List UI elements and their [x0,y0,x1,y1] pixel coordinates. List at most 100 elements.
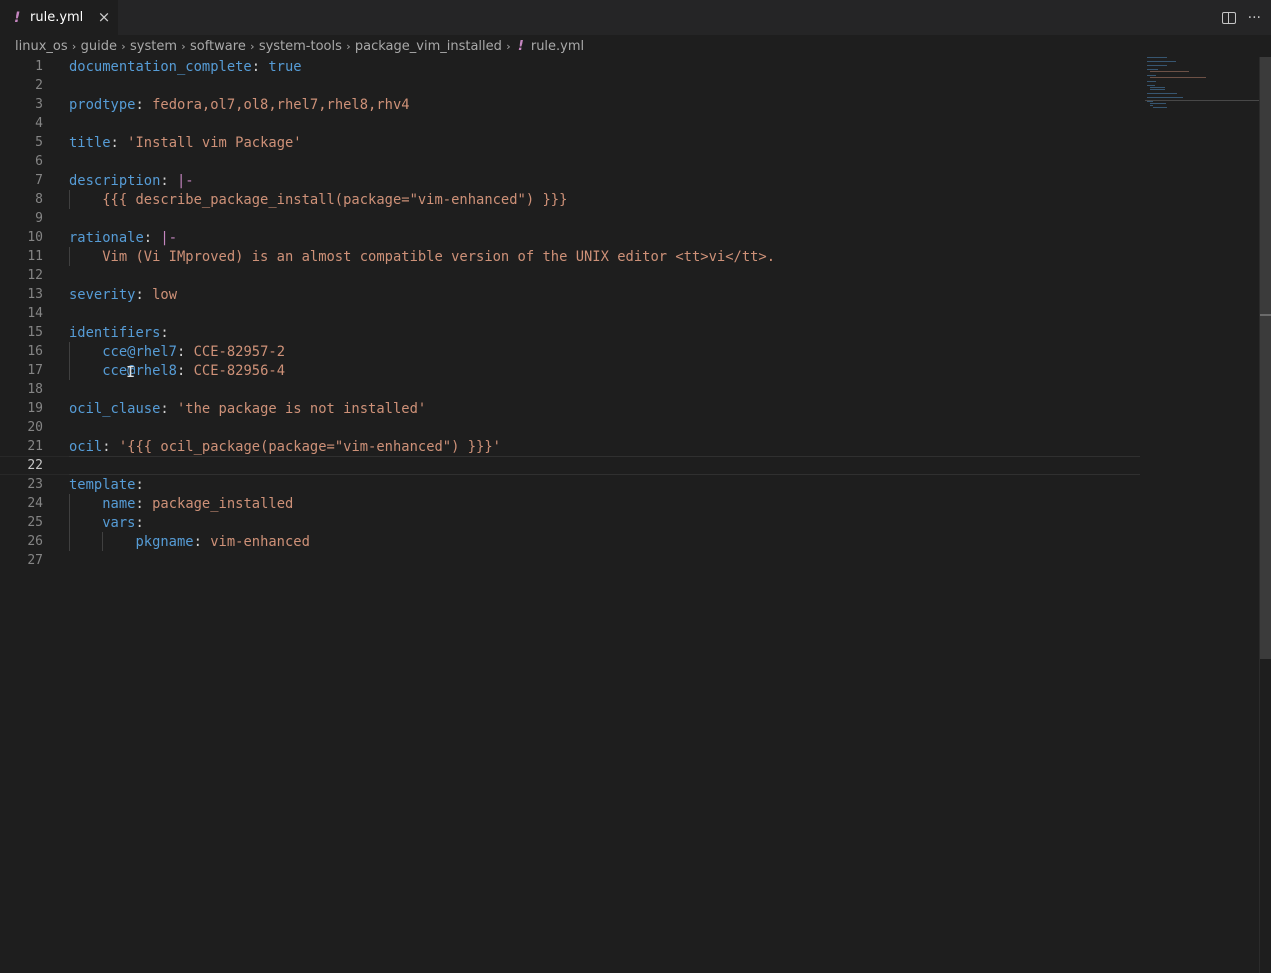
code-text: ocil_clause: 'the package is not install… [69,401,426,417]
line-number: 23 [27,477,43,492]
line-number: 12 [27,268,43,283]
code-text: pkgname: vim-enhanced [69,533,310,550]
line-number: 5 [35,135,43,150]
colon: : [135,476,153,493]
line-number: 24 [27,496,43,511]
breadcrumb-item[interactable]: package_vim_installed [355,39,502,54]
chevron-right-icon: › [506,39,511,53]
code-value: {{{ describe_package_install(package="vi… [69,191,568,208]
code-line[interactable]: 1 documentation_complete: true [0,57,1140,76]
code-line[interactable]: 7 description: |- [0,171,1140,190]
code-editor[interactable]: 1 documentation_complete: true 2 3 prodtype:… [0,57,1140,973]
breadcrumb-item[interactable]: rule.yml [531,39,584,54]
code-line[interactable]: 11 Vim (Vi IMproved) is an almost compat… [0,247,1140,266]
line-number: 13 [27,287,43,302]
breadcrumb-item[interactable]: guide [81,39,117,54]
more-actions-icon[interactable]: ··· [1248,10,1261,26]
breadcrumb-item[interactable]: system-tools [259,39,342,54]
yaml-key: description [69,172,161,189]
line-number: 3 [35,97,43,112]
code-line[interactable]: 15 identifiers: [0,323,1140,342]
minimap-line [1149,71,1189,72]
line-number: 26 [27,534,43,549]
code-line[interactable]: 13 severity: low [0,285,1140,304]
code-line[interactable]: 21 ocil: '{{{ ocil_package(package="vim-e… [0,437,1140,456]
code-line[interactable]: 5 title: 'Install vim Package' [0,133,1140,152]
yaml-value: low [152,286,177,303]
breadcrumb-item[interactable]: software [190,39,246,54]
code-line[interactable]: 25 vars: [0,513,1140,532]
breadcrumb-item[interactable]: linux_os [15,39,68,54]
line-number: 10 [27,230,43,245]
code-line[interactable]: 14 [0,304,1140,323]
code-line[interactable]: 24 name: package_installed [0,494,1140,513]
chevron-right-icon: › [181,39,186,53]
line-number: 6 [35,154,43,169]
indent-guide [102,532,104,551]
code-line[interactable]: 2 [0,76,1140,95]
line-number: 25 [27,515,43,530]
yaml-value: |- [160,229,178,246]
yaml-value: 'the package is not installed' [177,400,427,417]
code-text: identifiers: [69,325,177,341]
minimap-line [1149,77,1207,78]
breadcrumb: linux_os › guide › system › software › system-to… [15,35,584,57]
yaml-value: fedora,ol7,ol8,rhel7,rhel8,rhv4 [152,96,410,113]
line-number: 27 [27,553,43,568]
line-number: 1 [35,59,43,74]
yaml-key: pkgname [135,533,194,550]
minimap-line [1147,57,1167,58]
close-icon[interactable]: × [96,9,112,25]
colon: : [135,495,153,512]
text-cursor-icon: I [126,363,136,381]
minimap[interactable] [1145,57,1260,117]
code-line[interactable]: 23 template: [0,475,1140,494]
code-line[interactable]: 19 ocil_clause: 'the package is not insta… [0,399,1140,418]
code-line[interactable]: 17 cce@rhel8: CCE-82956-4 [0,361,1140,380]
line-number: 16 [27,344,43,359]
editor-actions: ··· [1221,0,1261,35]
scrollbar-thumb[interactable] [1260,57,1271,659]
code-line[interactable]: 12 [0,266,1140,285]
yaml-key: title [69,134,111,151]
code-line[interactable]: 16 cce@rhel7: CCE-82957-2 [0,342,1140,361]
chevron-right-icon: › [121,39,126,53]
tab-rule-yml[interactable]: ! rule.yml × [0,0,118,35]
colon: : [110,134,128,151]
code-text: template: [69,477,152,493]
code-line[interactable]: 3 prodtype: fedora,ol7,ol8,rhel7,rhel8,rh… [0,95,1140,114]
yaml-key: template [69,476,136,493]
code-line[interactable]: 4 [0,114,1140,133]
code-line[interactable]: 10 rationale: |- [0,228,1140,247]
code-line[interactable]: 20 [0,418,1140,437]
split-editor-icon[interactable] [1221,11,1236,24]
line-number: 8 [35,192,43,207]
code-line[interactable]: 8 {{{ describe_package_install(package="… [0,190,1140,209]
colon: : [135,96,153,113]
line-number: 21 [27,439,43,454]
indent-guide [69,190,70,209]
code-line[interactable]: 26 pkgname: vim-enhanced [0,532,1140,551]
code-line[interactable]: 22 [0,456,1140,475]
yaml-key: documentation_complete [69,58,252,75]
indent-guide [69,247,70,266]
minimap-line [1147,65,1167,66]
yaml-file-icon: ! [14,9,21,26]
code-text: documentation_complete: true [69,59,302,75]
yaml-value: true [268,58,302,75]
line-number: 7 [35,173,43,188]
yaml-key: name [102,495,136,512]
colon: : [135,286,153,303]
line-number: 15 [27,325,43,340]
minimap-line [1147,69,1158,70]
minimap-line [1147,75,1157,76]
line-number: 2 [35,78,43,93]
code-line[interactable]: 6 [0,152,1140,171]
code-line[interactable]: 27 [0,551,1140,570]
breadcrumb-item[interactable]: system [130,39,177,54]
code-line[interactable]: 9 [0,209,1140,228]
yaml-value: vim-enhanced [210,533,310,550]
code-text: Vim (Vi IMproved) is an almost compatibl… [69,249,775,265]
code-line[interactable]: 18 [0,380,1140,399]
colon: : [143,229,161,246]
